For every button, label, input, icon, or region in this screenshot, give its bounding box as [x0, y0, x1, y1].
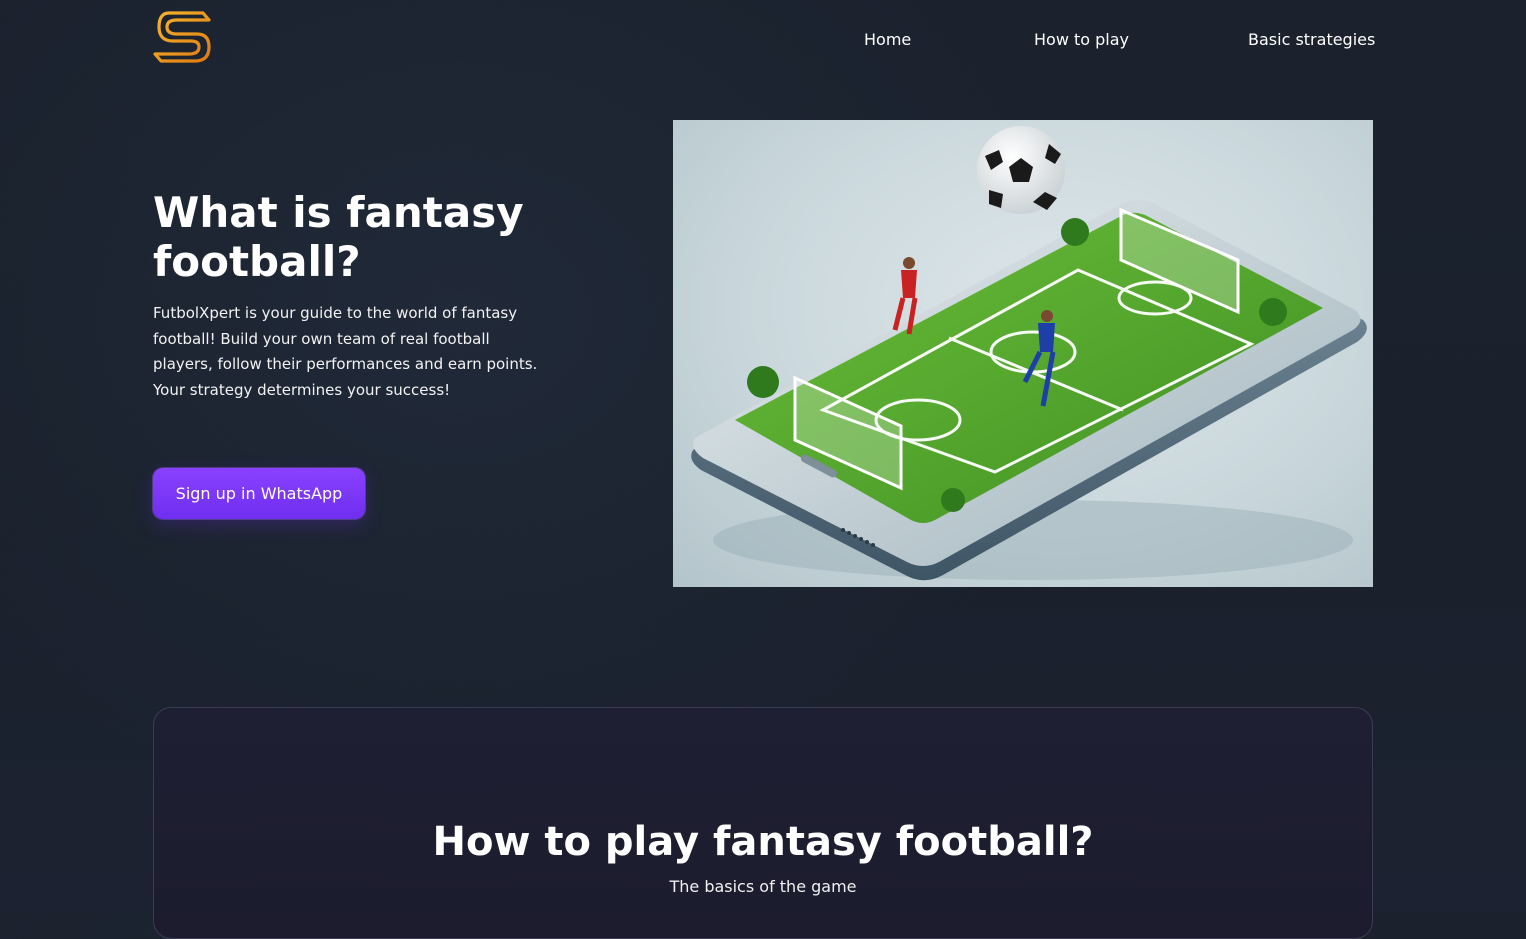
nav-link-how-to-play[interactable]: How to play — [1034, 30, 1129, 49]
hero-title: What is fantasy football? — [153, 188, 524, 286]
whatsapp-signup-button[interactable]: Sign up in WhatsApp — [153, 468, 365, 519]
smartphone-football-pitch-image — [673, 120, 1373, 587]
s-logo-icon[interactable] — [153, 7, 215, 69]
site-header: Home How to play Basic strategies — [153, 0, 1375, 80]
nav-link-home[interactable]: Home — [864, 30, 911, 49]
section-title: How to play fantasy football? — [432, 819, 1094, 865]
nav-link-basic-strategies[interactable]: Basic strategies — [1248, 30, 1375, 49]
how-to-play-section: How to play fantasy football? The basics… — [153, 707, 1373, 939]
section-subtitle: The basics of the game — [669, 877, 857, 896]
hero-description: FutbolXpert is your guide to the world o… — [153, 304, 538, 399]
